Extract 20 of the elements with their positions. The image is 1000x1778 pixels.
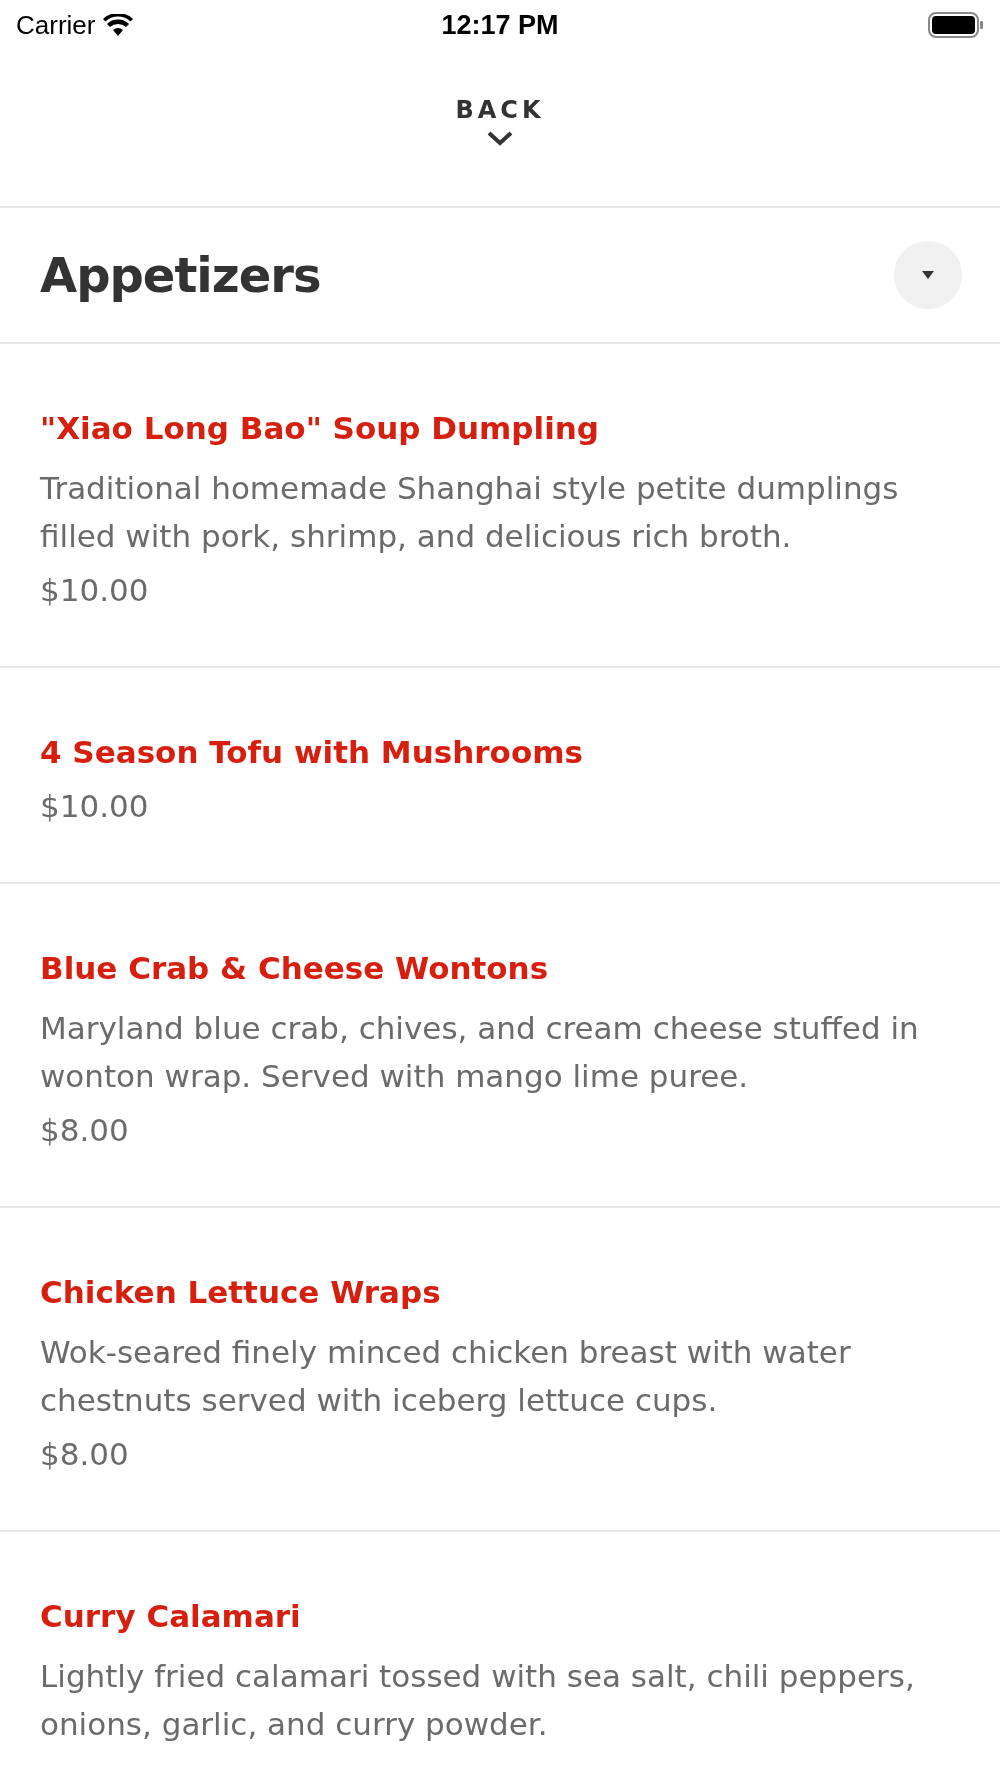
dish-description: Traditional homemade Shanghai style petite dumplings filled with pork, shrimp, and delicious rich broth. bbox=[40, 469, 900, 556]
back-button[interactable]: BACK bbox=[455, 96, 545, 148]
clock-time: 12:17 PM bbox=[441, 9, 559, 41]
dish-description: Maryland blue crab, chives, and cream cheese stuffed in wonton wrap. Served with mango lime puree. bbox=[40, 1009, 920, 1096]
dish-price: $8.00 bbox=[40, 1112, 130, 1148]
wifi-icon bbox=[103, 14, 134, 36]
dish-name[interactable]: 4 Season Tofu with Mushrooms bbox=[40, 734, 960, 770]
dish-name[interactable]: Curry Calamari bbox=[40, 1598, 960, 1634]
dish-price: $10.00 bbox=[40, 788, 150, 824]
dish-name[interactable]: "Xiao Long Bao" Soup Dumpling bbox=[40, 410, 960, 446]
carrier-label: Carrier bbox=[16, 9, 96, 41]
section-title: Appetizers bbox=[40, 247, 321, 303]
battery-icon bbox=[928, 12, 984, 38]
dish-name[interactable]: Blue Crab & Cheese Wontons bbox=[40, 950, 960, 986]
dish-price: $10.00 bbox=[40, 572, 150, 608]
dish-description: Lightly fried calamari tossed with sea salt, chili peppers, onions, garlic, and curry powder. bbox=[40, 1657, 916, 1744]
triangle-icon bbox=[920, 269, 936, 281]
dish-name[interactable]: Chicken Lettuce Wraps bbox=[40, 1274, 960, 1310]
dish-description: Wok-seared finely minced chicken breast with water chestnuts served with iceberg lettuce cups. bbox=[40, 1333, 852, 1420]
dish-price: $8.00 bbox=[40, 1436, 130, 1472]
